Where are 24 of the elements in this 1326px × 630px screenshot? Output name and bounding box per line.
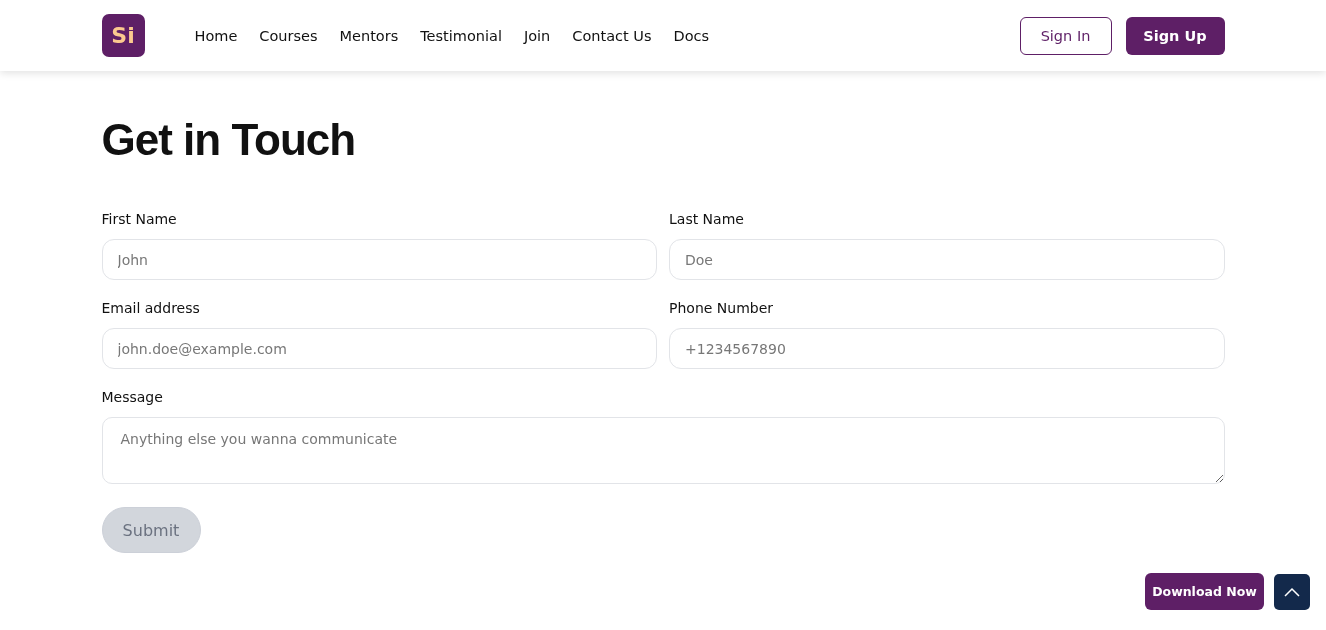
sign-in-button[interactable]: Sign In (1019, 16, 1112, 55)
field-label: Email address (101, 300, 201, 316)
field-label: Message (101, 389, 164, 405)
nav-link[interactable]: Testimonial (420, 27, 502, 44)
nav-link[interactable]: Home (194, 27, 238, 44)
field-label: Phone Number (669, 300, 775, 316)
input-field[interactable]: john.doe@example.com (101, 328, 657, 369)
scroll-top-button[interactable] (1274, 574, 1310, 610)
nav-link[interactable]: Docs (673, 27, 710, 44)
field-label: First Name (101, 211, 178, 227)
input-field[interactable]: +1234567890 (669, 328, 1225, 369)
chevron-up-icon (1284, 587, 1300, 597)
message-field[interactable]: Anything else you wanna communicate (101, 417, 1225, 484)
nav-link[interactable]: Join (523, 27, 551, 44)
page-title: Get in Touch (101, 115, 357, 165)
sign-up-button[interactable]: Sign Up (1125, 16, 1225, 55)
logo[interactable]: Si (101, 14, 145, 57)
nav-link[interactable]: Mentors (339, 27, 399, 44)
nav-link[interactable]: Courses (259, 27, 318, 44)
field-label: Last Name (669, 211, 745, 227)
nav-link[interactable]: Contact Us (572, 27, 652, 44)
input-field[interactable]: Doe (669, 239, 1225, 280)
download-button[interactable]: Download Now (1145, 573, 1264, 610)
input-field[interactable]: John (101, 239, 657, 280)
